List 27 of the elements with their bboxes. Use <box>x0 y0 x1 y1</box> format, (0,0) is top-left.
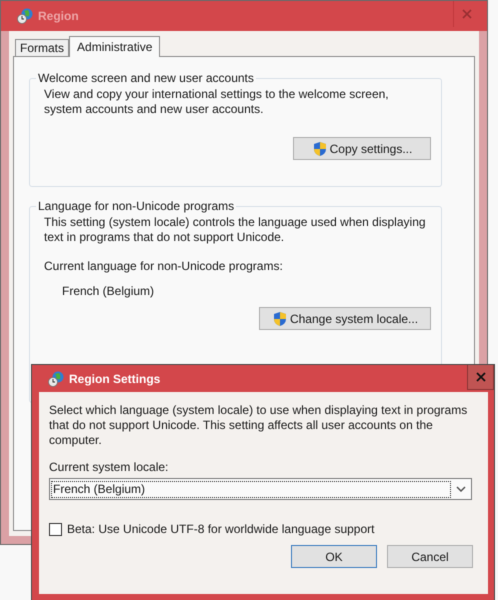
group-title: Welcome screen and new user accounts <box>37 71 255 85</box>
chevron-down-icon <box>456 486 466 492</box>
copy-settings-button[interactable]: Copy settings... <box>293 137 431 160</box>
shield-icon <box>312 140 328 156</box>
locale-label: Current system locale: <box>49 460 170 475</box>
globe-icon <box>48 370 64 386</box>
dialog-title: Region Settings <box>69 372 160 386</box>
checkbox[interactable] <box>49 522 62 536</box>
locale-dropdown[interactable]: French (Belgium) <box>49 478 472 500</box>
group-title: Language for non-Unicode programs <box>37 199 236 213</box>
description-text: Select which language (system locale) to use when displaying text in programs that do not support Unicode. This setting affects all user accounts on the computer. <box>49 403 468 448</box>
close-icon <box>462 9 472 19</box>
checkbox-label: Beta: Use Unicode UTF-8 for worldwide language support <box>67 522 374 536</box>
change-locale-button[interactable]: Change system locale... <box>259 307 431 330</box>
globe-icon <box>17 8 33 24</box>
description-text: View and copy your international settings to the welcome screen, system accounts and new user accounts. <box>44 87 390 117</box>
tab[interactable]: Formats <box>15 39 70 56</box>
close-button[interactable] <box>467 365 494 390</box>
shield-icon <box>272 310 288 326</box>
description-text: This setting (system locale) controls the language used when displaying text in programs that do not support Unicode. <box>44 215 427 245</box>
tab[interactable]: Administrative <box>69 36 160 57</box>
window-title: Region <box>38 9 79 23</box>
close-icon <box>476 372 486 382</box>
current-language-label: Current language for non-Unicode programs: <box>44 259 284 274</box>
dialog-button[interactable]: Cancel <box>387 545 473 568</box>
current-language-value: French (Belgium) <box>62 284 156 299</box>
dialog-button[interactable]: OK <box>291 545 377 568</box>
